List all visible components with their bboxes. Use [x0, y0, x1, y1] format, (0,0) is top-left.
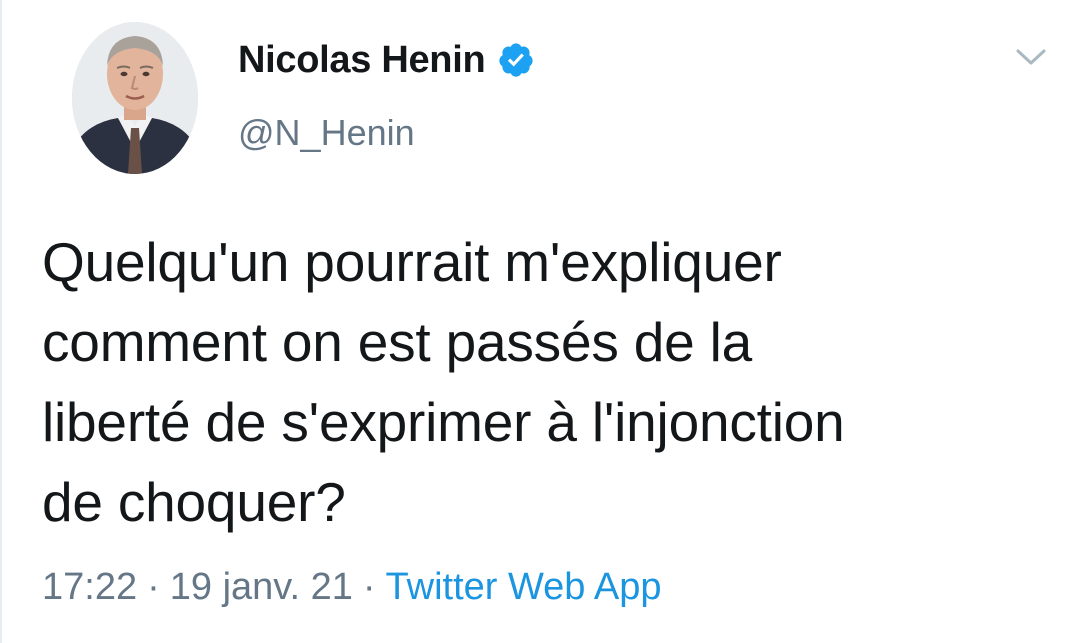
- tweet-text-line: Quelqu'un pourrait m'expliquer: [42, 231, 782, 293]
- tweet-text-line: comment on est passés de la: [42, 311, 752, 373]
- meta-separator: ·: [362, 566, 376, 608]
- chevron-down-icon[interactable]: [1014, 44, 1048, 70]
- tweet-text-line: de choquer?: [42, 471, 346, 533]
- profile-photo: [72, 22, 198, 174]
- tweet-card: Nicolas Henin @N_Henin Quelqu'un pourrai…: [0, 0, 1080, 643]
- tweet-time[interactable]: 17:22: [42, 566, 137, 608]
- author-display-name[interactable]: Nicolas Henin: [238, 39, 486, 82]
- author-handle[interactable]: @N_Henin: [238, 112, 415, 154]
- tweet-text: Quelqu'un pourrait m'expliquer comment o…: [42, 222, 1052, 542]
- meta-separator: ·: [147, 566, 160, 608]
- tweet-meta: 17:22 · 19 janv. 21 · Twitter Web App: [42, 566, 662, 609]
- tweet-date[interactable]: 19 janv. 21: [170, 566, 353, 608]
- author-name-row[interactable]: Nicolas Henin: [238, 34, 535, 86]
- verified-badge-icon: [497, 41, 535, 79]
- avatar[interactable]: [72, 22, 198, 174]
- tweet-text-line: liberté de s'exprimer à l'injonction: [42, 391, 845, 453]
- tweet-source-link[interactable]: Twitter Web App: [386, 566, 662, 608]
